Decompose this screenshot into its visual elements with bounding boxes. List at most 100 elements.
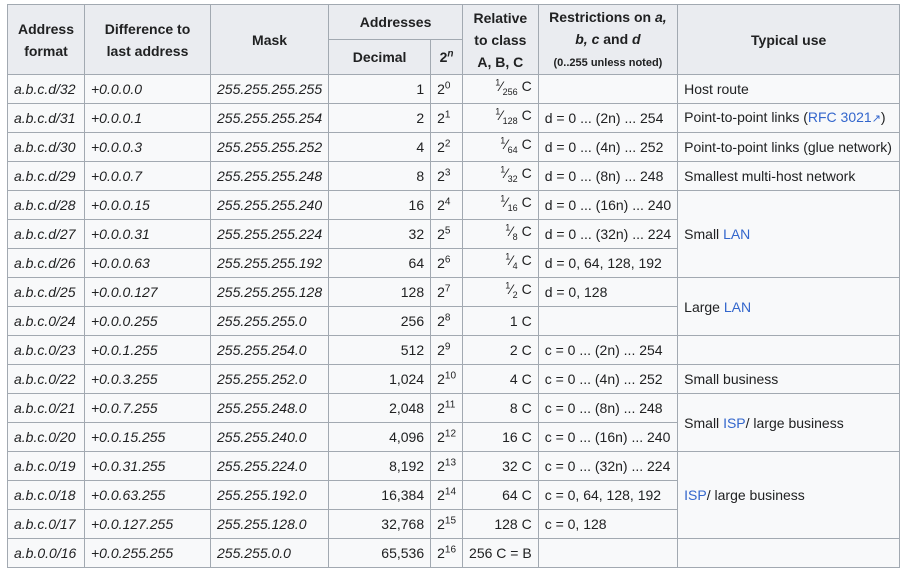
restriction-cell: c = 0 ... (16n) ... 240 [537, 422, 679, 452]
external-link-icon: ↗ [871, 113, 881, 125]
relative-fraction: 1⁄4 [505, 251, 518, 271]
lan-link[interactable]: LAN [723, 226, 750, 242]
typical-use-cell: ISP/ large business [677, 451, 901, 539]
relative-cell: 1⁄8 C [462, 219, 539, 249]
header-difference: Difference to last address [84, 4, 211, 75]
restriction-value: d = 0 ... (2n) ... 254 [544, 110, 664, 126]
table-row: a.b.c.d/32 +0.0.0.0 255.255.255.255 1 20 1⁄25… [7, 74, 901, 104]
isp-link-2[interactable]: ISP [684, 487, 707, 503]
mask-cell: 255.255.255.240 [209, 190, 330, 220]
power-cell: 22 [430, 132, 464, 162]
relative-value: 4 C [509, 371, 532, 387]
use-large-business-2: / large business [706, 487, 805, 503]
use-small-pre: Small [684, 226, 724, 242]
power-cell: 26 [430, 248, 464, 278]
difference-cell: +0.0.0.127 [84, 277, 211, 307]
header-restrictions-and: and [599, 30, 633, 47]
restriction-value: c = 0 ... (16n) ... 240 [544, 429, 671, 445]
restriction-value: c = 0 ... (32n) ... 224 [544, 458, 671, 474]
decimal-cell: 8,192 [328, 451, 432, 481]
power-cell: 25 [430, 219, 464, 249]
isp-link[interactable]: ISP [723, 415, 746, 431]
power-cell: 21 [430, 103, 464, 133]
address-format-cell: a.b.c.0/24 [7, 306, 85, 336]
mask-cell: 255.255.255.252 [209, 132, 330, 162]
decimal-cell: 16 [328, 190, 432, 220]
table-row: a.b.c.0/23 +0.0.1.255 255.255.254.0 512 29 2 … [7, 335, 901, 365]
restriction-cell: d = 0, 64, 128, 192 [537, 248, 679, 278]
header-addresses: Addresses [328, 4, 464, 40]
restriction-cell: d = 0 ... (2n) ... 254 [537, 103, 679, 133]
restriction-value: d = 0 ... (32n) ... 224 [544, 226, 672, 242]
restriction-cell: c = 0 ... (8n) ... 248 [537, 393, 679, 423]
relative-value: 128 C [494, 516, 532, 532]
header-restrictions: Restrictions on a, b, c and d (0..255 un… [537, 4, 679, 75]
address-format-cell: a.b.c.d/31 [7, 103, 85, 133]
relative-value: 256 C = B [469, 545, 532, 561]
restriction-value: d = 0, 64, 128, 192 [544, 255, 662, 271]
power-cell: 216 [430, 538, 464, 568]
address-format-cell: a.b.c.0/21 [7, 393, 85, 423]
table-row: a.b.c.d/25 +0.0.0.127 255.255.255.128 128 27… [7, 277, 901, 336]
restriction-value: c = 0 ... (2n) ... 254 [544, 342, 663, 358]
mask-cell: 255.255.255.248 [209, 161, 330, 191]
difference-cell: +0.0.31.255 [84, 451, 211, 481]
header-restrictions-d: d [632, 30, 641, 47]
power-cell: 23 [430, 161, 464, 191]
address-format-cell: a.b.c.d/32 [7, 74, 85, 104]
lan-link-large[interactable]: LAN [724, 299, 751, 315]
restriction-cell [537, 538, 679, 568]
restriction-cell: d = 0 ... (4n) ... 252 [537, 132, 679, 162]
restriction-value: c = 0 ... (8n) ... 248 [544, 400, 663, 416]
mask-cell: 255.255.254.0 [209, 335, 330, 365]
relative-cell: 1⁄256 C [462, 74, 539, 104]
mask-cell: 255.255.255.192 [209, 248, 330, 278]
power-cell: 212 [430, 422, 464, 452]
typical-use-cell: Small business [677, 364, 901, 394]
difference-cell: +0.0.0.255 [84, 306, 211, 336]
header-power: 2n [430, 39, 464, 75]
address-format-cell: a.b.c.d/28 [7, 190, 85, 220]
typical-use-cell: Small ISP/ large business [677, 393, 901, 452]
mask-cell: 255.255.255.224 [209, 219, 330, 249]
relative-cell: 1⁄32 C [462, 161, 539, 191]
decimal-cell: 32,768 [328, 509, 432, 539]
use-host-route: Host route [684, 81, 749, 97]
relative-cell: 1⁄4 C [462, 248, 539, 278]
restriction-value: c = 0 ... (4n) ... 252 [544, 371, 663, 387]
restriction-cell: c = 0 ... (2n) ... 254 [537, 335, 679, 365]
relative-cell: 2 C [462, 335, 539, 365]
use-p2p-glue: Point-to-point links (glue network) [684, 139, 892, 155]
typical-use-cell: Point-to-point links (RFC 3021↗) [677, 103, 901, 133]
power-cell: 213 [430, 451, 464, 481]
mask-cell: 255.255.255.254 [209, 103, 330, 133]
relative-cell: 4 C [462, 364, 539, 394]
relative-fraction: 1⁄64 [500, 135, 518, 155]
relative-value: 32 C [502, 458, 532, 474]
header-typical-use: Typical use [677, 4, 901, 75]
typical-use-cell: Host route [677, 74, 901, 104]
use-large-business: / large business [745, 414, 844, 431]
difference-cell: +0.0.1.255 [84, 335, 211, 365]
power-cell: 24 [430, 190, 464, 220]
difference-cell: +0.0.0.15 [84, 190, 211, 220]
restriction-cell: d = 0 ... (32n) ... 224 [537, 219, 679, 249]
address-format-cell: a.b.0.0/16 [7, 538, 85, 568]
table-row: a.b.c.d/29 +0.0.0.7 255.255.255.248 8 23 1⁄32… [7, 161, 901, 191]
mask-cell: 255.255.0.0 [209, 538, 330, 568]
restriction-cell: c = 0 ... (32n) ... 224 [537, 451, 679, 481]
mask-cell: 255.255.192.0 [209, 480, 330, 510]
header-power-exp: n [447, 48, 454, 60]
decimal-cell: 256 [328, 306, 432, 336]
relative-cell: 1⁄16 C [462, 190, 539, 220]
typical-use-cell: Smallest multi-host network [677, 161, 901, 191]
rfc3021-link[interactable]: RFC 3021 [808, 109, 872, 125]
address-format-cell: a.b.c.d/29 [7, 161, 85, 191]
table-row: a.b.c.0/19 +0.0.31.255 255.255.224.0 8,192 2… [7, 451, 901, 539]
restriction-value: d = 0, 128 [544, 284, 608, 300]
relative-value: 1 C [509, 313, 532, 329]
relative-cell: 1⁄2 C [462, 277, 539, 307]
relative-cell: 1⁄64 C [462, 132, 539, 162]
address-format-cell: a.b.c.0/23 [7, 335, 85, 365]
relative-value: 2 C [509, 342, 532, 358]
